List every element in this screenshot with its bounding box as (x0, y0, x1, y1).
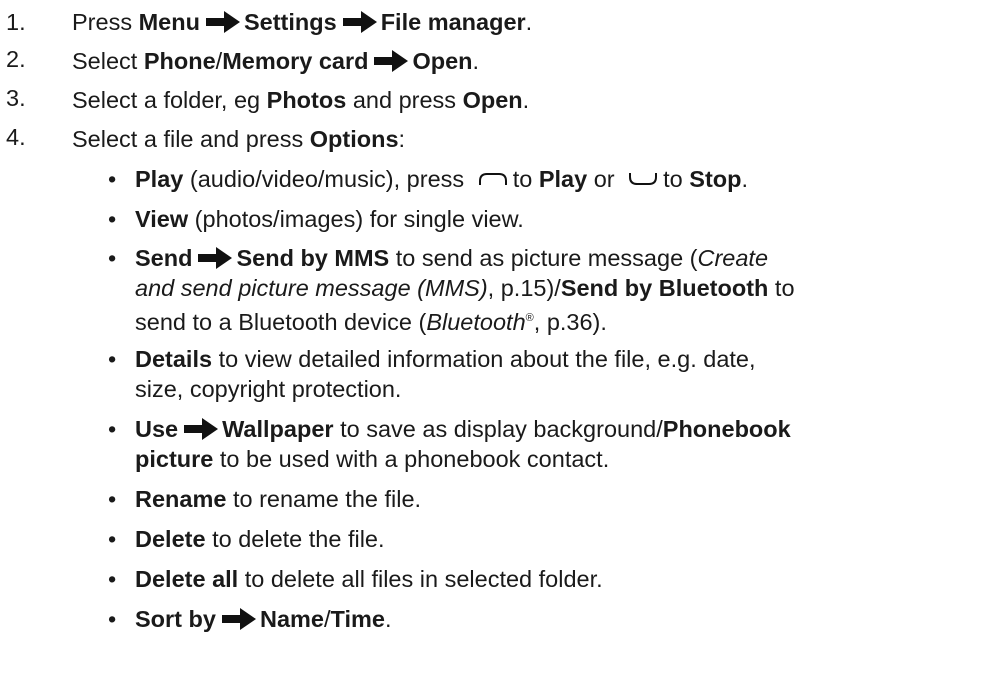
bullet-glyph: • (108, 526, 117, 552)
option-use-line-1: Use Wallpaper to save as display backgrou… (135, 416, 791, 442)
arrow-right-icon (374, 50, 408, 72)
step-1: Press Menu Settings File manager. (72, 9, 533, 35)
option-details-line-1: Details to view detailed information abo… (135, 346, 756, 372)
step-number-2: 2. (6, 46, 26, 72)
bullet-glyph: • (108, 245, 117, 271)
step-number-1: 1. (6, 9, 26, 35)
left-softkey-icon (478, 173, 507, 185)
bullet-glyph: • (108, 566, 117, 592)
file-manager-label: File manager (380, 9, 526, 35)
arrow-right-icon (343, 11, 377, 33)
bullet-glyph: • (108, 416, 117, 442)
arrow-right-icon (184, 418, 218, 440)
option-play: Play (audio/video/music), press to Play … (135, 166, 749, 192)
option-sort-by: Sort by Name/Time. (135, 606, 392, 632)
settings-label: Settings (243, 9, 337, 35)
option-view: View (photos/images) for single view. (135, 206, 524, 232)
arrow-right-icon (198, 247, 232, 269)
step-2: Select Phone/Memory card Open. (72, 48, 480, 74)
bullet-glyph: • (108, 486, 117, 512)
option-delete-all: Delete all to delete all files in select… (135, 566, 603, 592)
bullet-glyph: • (108, 606, 117, 632)
option-delete: Delete to delete the file. (135, 526, 385, 552)
arrow-right-icon (222, 608, 256, 630)
bullet-glyph: • (108, 166, 117, 192)
option-send-line-2: and send picture message (MMS), p.15)/Se… (135, 275, 795, 301)
option-send-line-3: send to a Bluetooth device (Bluetooth®, … (135, 308, 607, 335)
option-rename: Rename to rename the file. (135, 486, 422, 512)
arrow-right-icon (206, 11, 240, 33)
right-softkey-icon (629, 173, 658, 185)
bullet-glyph: • (108, 206, 117, 232)
step-3: Select a folder, eg Photos and press Ope… (72, 87, 530, 113)
option-details-line-2: size, copyright protection. (135, 376, 402, 402)
step-4: Select a file and press Options: (72, 126, 406, 152)
option-use-line-2: picture to be used with a phonebook cont… (135, 446, 610, 472)
step-number-3: 3. (6, 85, 26, 111)
bullet-glyph: • (108, 346, 117, 372)
option-send-line-1: Send Send by MMS to send as picture messa… (135, 245, 769, 271)
step-number-4: 4. (6, 124, 26, 150)
menu-label: Menu (138, 9, 200, 35)
